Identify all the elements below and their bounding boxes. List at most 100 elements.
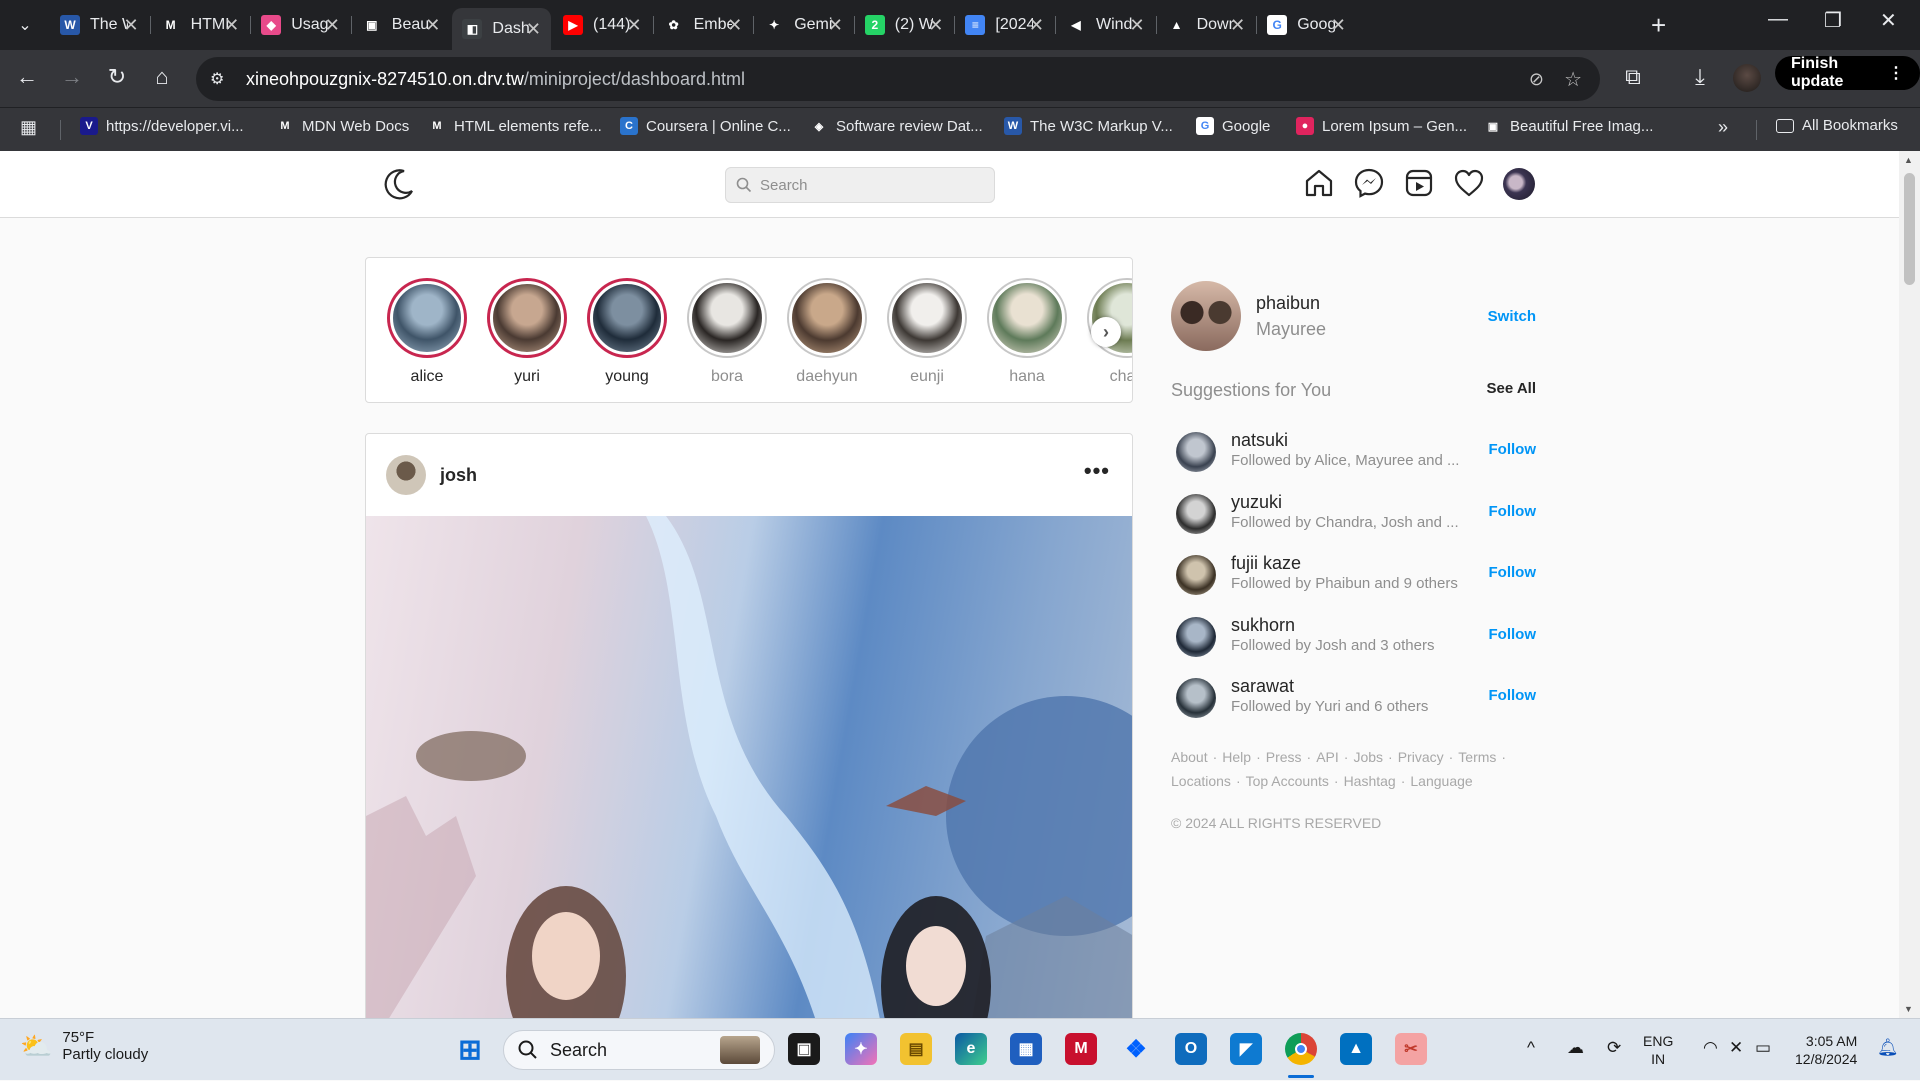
bookmark-item[interactable]: ◈ Software review Dat... <box>810 117 983 135</box>
close-window-icon[interactable]: ✕ <box>1880 8 1897 33</box>
suggestion-username[interactable]: yuzuki <box>1231 492 1282 513</box>
more-options-icon[interactable]: ••• <box>1084 458 1110 484</box>
close-tab-icon[interactable]: ✕ <box>325 15 340 36</box>
profile-avatar[interactable] <box>1503 168 1535 200</box>
story-item[interactable]: alice <box>387 278 467 386</box>
taskbar-search[interactable]: Search <box>503 1030 775 1070</box>
minimize-icon[interactable]: — <box>1768 8 1788 31</box>
close-tab-icon[interactable]: ✕ <box>224 15 239 36</box>
battery-icon[interactable]: ▭ <box>1755 1038 1771 1058</box>
site-info-icon[interactable]: ⚙ <box>210 69 234 89</box>
close-tab-icon[interactable]: ✕ <box>1230 15 1245 36</box>
close-tab-icon[interactable]: ✕ <box>526 19 541 40</box>
dropbox-icon[interactable]: ❖ <box>1120 1033 1152 1065</box>
reels-icon[interactable] <box>1403 167 1435 199</box>
story-item[interactable]: yuri <box>487 278 567 386</box>
messenger-icon[interactable] <box>1353 167 1385 199</box>
story-item[interactable]: eunji <box>887 278 967 386</box>
task-view-icon[interactable]: ▣ <box>788 1033 820 1065</box>
story-item[interactable]: young <box>587 278 667 386</box>
suggestion-username[interactable]: natsuki <box>1231 430 1288 451</box>
clock[interactable]: 3:05 AM 12/8/2024 <box>1795 1032 1857 1068</box>
update-icon[interactable]: ⟳ <box>1607 1038 1621 1058</box>
new-tab-button[interactable]: + <box>1651 10 1666 41</box>
address-bar[interactable]: ⚙ xineohpouzgnix-8274510.on.drv.tw/minip… <box>196 57 1600 101</box>
restore-icon[interactable]: ❐ <box>1824 8 1842 33</box>
browser-tab[interactable]: G Goog ✕ <box>1257 10 1356 40</box>
download-icon[interactable]: ⤓ <box>1685 64 1715 90</box>
bookmark-item[interactable]: M HTML elements refe... <box>428 117 602 135</box>
home-icon[interactable] <box>1303 167 1335 199</box>
story-item[interactable]: daehyun <box>787 278 867 386</box>
close-tab-icon[interactable]: ✕ <box>124 15 139 36</box>
suggestion-username[interactable]: sarawat <box>1231 676 1294 697</box>
moon-icon[interactable] <box>382 167 416 201</box>
bookmark-item[interactable]: G Google <box>1196 117 1270 135</box>
chrome-icon[interactable] <box>1285 1033 1317 1065</box>
browser-tab[interactable]: W The W✕ <box>50 10 149 40</box>
apps-grid-icon[interactable]: ▦ <box>20 117 37 138</box>
see-all-link[interactable]: See All <box>1487 380 1536 397</box>
footer-link[interactable]: Privacy <box>1398 749 1444 765</box>
follow-button[interactable]: Follow <box>1489 503 1537 520</box>
footer-link[interactable]: Language <box>1410 773 1472 789</box>
bookmark-item[interactable]: ● Lorem Ipsum – Gen... <box>1296 117 1467 135</box>
close-tab-icon[interactable]: ✕ <box>425 15 440 36</box>
current-username[interactable]: phaibun <box>1256 293 1320 314</box>
browser-tab[interactable]: ◀ Wind ✕ <box>1056 10 1155 40</box>
language-indicator[interactable]: ENG IN <box>1643 1032 1673 1068</box>
browser-tab[interactable]: ✦ Gemi ✕ <box>754 10 853 40</box>
footer-link[interactable]: Jobs <box>1353 749 1383 765</box>
all-bookmarks-button[interactable]: All Bookmarks <box>1776 117 1898 134</box>
suggestion-username[interactable]: sukhorn <box>1231 615 1295 636</box>
star-icon[interactable]: ☆ <box>1564 67 1582 92</box>
footer-link[interactable]: About <box>1171 749 1208 765</box>
reload-button[interactable]: ↻ <box>102 64 132 90</box>
back-button[interactable]: ← <box>12 64 42 90</box>
volume-muted-icon[interactable]: ✕ <box>1729 1038 1743 1058</box>
suggestion-avatar[interactable] <box>1176 493 1216 534</box>
browser-tab[interactable]: ≡ [2024 ✕ <box>955 10 1054 40</box>
bookmark-item[interactable]: C Coursera | Online C... <box>620 117 791 135</box>
bookmark-item[interactable]: ▣ Beautiful Free Imag... <box>1484 117 1653 135</box>
forward-button[interactable]: → <box>57 64 87 90</box>
mcafee-icon[interactable]: M <box>1065 1033 1097 1065</box>
footer-link[interactable]: Press <box>1266 749 1302 765</box>
scroll-down-icon[interactable]: ▼ <box>1904 1004 1913 1014</box>
eye-off-icon[interactable]: ⊘ <box>1529 69 1544 90</box>
close-tab-icon[interactable]: ✕ <box>627 15 642 36</box>
follow-button[interactable]: Follow <box>1489 564 1537 581</box>
photos-icon[interactable]: ▲ <box>1340 1033 1372 1065</box>
weather-widget[interactable]: ⛅ 75°F Partly cloudy <box>20 1029 148 1063</box>
follow-button[interactable]: Follow <box>1489 626 1537 643</box>
footer-link[interactable]: Terms <box>1458 749 1496 765</box>
close-tab-icon[interactable]: ✕ <box>828 15 843 36</box>
browser-tab[interactable]: ◧ Dash ✕ <box>452 8 551 50</box>
suggestion-avatar[interactable] <box>1176 678 1216 718</box>
heart-icon[interactable] <box>1453 167 1485 199</box>
suggestion-username[interactable]: fujii kaze <box>1231 553 1301 574</box>
browser-tab[interactable]: ▶ (144) ✕ <box>553 10 652 40</box>
close-tab-icon[interactable]: ✕ <box>1331 15 1346 36</box>
close-tab-icon[interactable]: ✕ <box>1130 15 1145 36</box>
footer-link[interactable]: API <box>1316 749 1339 765</box>
extensions-icon[interactable]: ⧉ <box>1618 64 1648 90</box>
chevron-right-icon[interactable]: › <box>1091 317 1121 347</box>
bookmark-item[interactable]: M MDN Web Docs <box>276 117 409 135</box>
outlook-icon[interactable]: O <box>1175 1033 1207 1065</box>
browser-tab[interactable]: ▲ Down ✕ <box>1157 10 1256 40</box>
copilot-icon[interactable]: ✦ <box>845 1033 877 1065</box>
cloud-sync-icon[interactable]: ☁ <box>1567 1038 1584 1058</box>
footer-link[interactable]: Hashtag <box>1344 773 1396 789</box>
file-explorer-icon[interactable]: ▤ <box>900 1033 932 1065</box>
home-button[interactable]: ⌂ <box>147 64 177 90</box>
notification-bell-icon[interactable]: 🔔︎ <box>1877 1038 1899 1058</box>
browser-tab[interactable]: ▣ Beau ✕ <box>352 10 451 40</box>
close-tab-icon[interactable]: ✕ <box>1029 15 1044 36</box>
current-user-avatar[interactable] <box>1171 281 1241 351</box>
browser-tab[interactable]: 2 (2) W ✕ <box>855 10 954 40</box>
close-tab-icon[interactable]: ✕ <box>928 15 943 36</box>
vscode-icon[interactable]: ◤ <box>1230 1033 1262 1065</box>
story-item[interactable]: hana <box>987 278 1067 386</box>
browser-tab[interactable]: ✿ Embe ✕ <box>654 10 753 40</box>
